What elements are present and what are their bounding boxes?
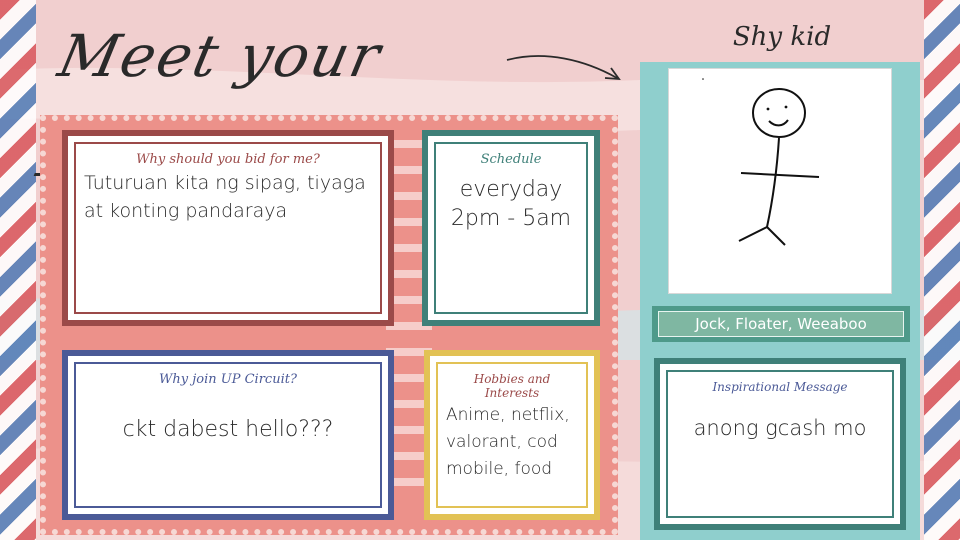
hobbies-title: Hobbies and Interests xyxy=(473,372,551,400)
hobbies-card: Hobbies and Interests Anime, netflix, va… xyxy=(438,364,586,506)
message-title: Inspirational Message xyxy=(712,380,848,394)
why-bid-body: Tuturuan kita ng sipag, tiyaga at kontin… xyxy=(84,172,366,222)
buddy-name: Shy kid xyxy=(732,22,832,52)
schedule-line1: everyday xyxy=(459,177,563,202)
airmail-border-left xyxy=(0,0,36,540)
schedule-title: Schedule xyxy=(480,152,542,167)
why-join-title: Why join UP Circuit? xyxy=(159,372,297,387)
schedule-line2: 2pm - 5am xyxy=(450,206,572,231)
airmail-border-right xyxy=(924,0,960,540)
message-body: anong gcash mo xyxy=(693,416,867,440)
stick-figure-icon xyxy=(702,78,820,246)
why-join-card: Why join UP Circuit? ckt dabest hello??? xyxy=(76,364,380,506)
why-bid-card: Why should you bid for me? Tuturuan kita… xyxy=(76,144,380,312)
buddy-drawing xyxy=(668,68,892,294)
tags-banner: Jock, Floater, Weeaboo xyxy=(652,306,910,342)
schedule-card: Schedule everyday 2pm - 5am xyxy=(436,144,586,312)
arrow-icon xyxy=(506,55,621,81)
page-title: Meet your Buddy xyxy=(32,22,388,190)
message-card: Inspirational Message anong gcash mo xyxy=(668,372,892,516)
tags-text: Jock, Floater, Weeaboo xyxy=(695,315,867,333)
why-bid-title: Why should you bid for me? xyxy=(136,152,320,167)
hobbies-body: Anime, netflix, valorant, cod mobile, fo… xyxy=(446,405,570,479)
why-join-body: ckt dabest hello??? xyxy=(122,417,334,442)
